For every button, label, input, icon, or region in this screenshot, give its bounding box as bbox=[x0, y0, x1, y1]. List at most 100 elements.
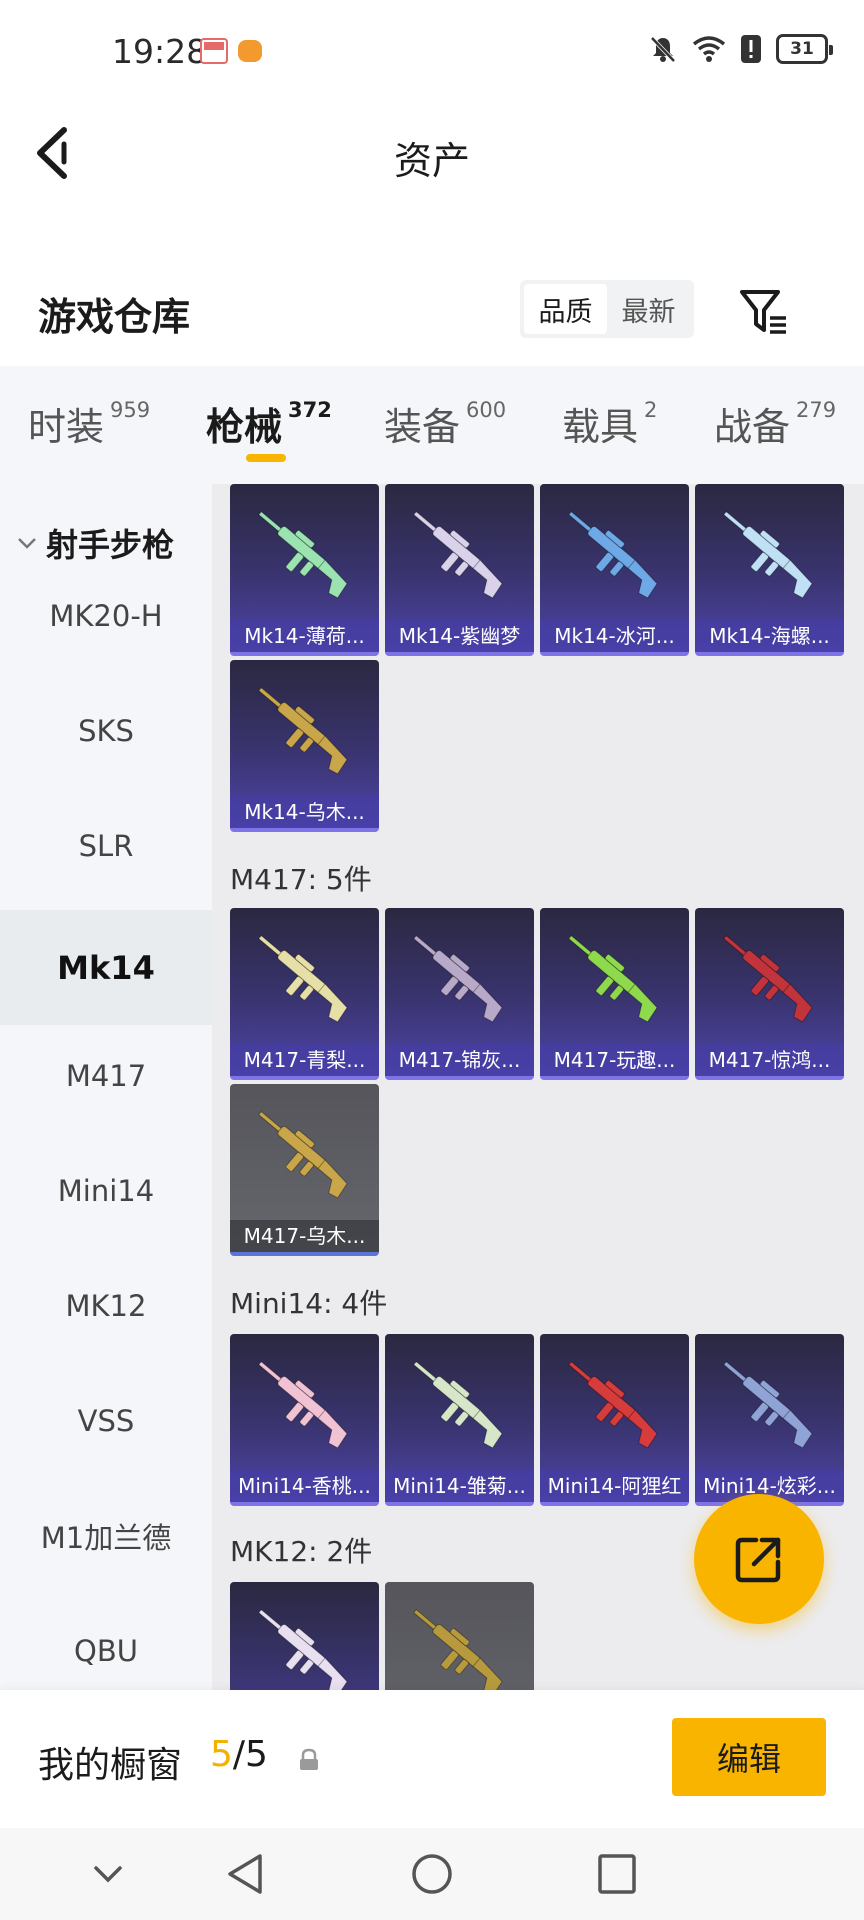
weapon-skin-name: Mk14-紫幽梦 bbox=[385, 620, 534, 652]
alert-icon bbox=[741, 35, 761, 63]
sidebar-item-mk12[interactable]: MK12 bbox=[0, 1248, 212, 1363]
weapon-skin-icon bbox=[568, 935, 658, 1023]
sidebar-item-mk14[interactable]: Mk14 bbox=[0, 910, 212, 1025]
showcase-count: 5/5 bbox=[210, 1734, 268, 1775]
weapon-skin-card[interactable]: Mini14-雏菊... bbox=[385, 1334, 534, 1506]
category-tabs: 时装 959 枪械 372 装备 600 载具 2 战备 279 bbox=[0, 366, 864, 484]
recents-square-icon[interactable] bbox=[594, 1848, 640, 1900]
weapon-skin-card[interactable]: Mk14-紫幽梦 bbox=[385, 484, 534, 656]
tab-vehicles[interactable]: 载具 2 bbox=[562, 396, 657, 451]
weapon-skin-card[interactable]: M417-惊鸿... bbox=[695, 908, 844, 1080]
system-nav-bar bbox=[0, 1828, 864, 1920]
weapon-skin-name: Mini14-阿狸红 bbox=[540, 1470, 689, 1502]
weapon-skin-icon bbox=[413, 511, 503, 599]
edit-showcase-button[interactable]: 编辑 bbox=[672, 1718, 826, 1796]
weapon-skin-name: M417-青梨... bbox=[230, 1044, 379, 1076]
tab-label: 载具 bbox=[562, 405, 639, 449]
weapon-skin-icon bbox=[258, 511, 348, 599]
weapon-skin-card[interactable] bbox=[385, 1582, 534, 1690]
weapon-skin-icon bbox=[723, 935, 813, 1023]
weapon-skin-icon bbox=[413, 1361, 503, 1449]
lock-icon bbox=[300, 1748, 318, 1770]
sort-newest-button[interactable]: 最新 bbox=[607, 284, 690, 334]
weapon-skin-icon bbox=[413, 935, 503, 1023]
warehouse-title: 游戏仓库 bbox=[38, 295, 191, 339]
sidebar-item-m417[interactable]: M417 bbox=[0, 1018, 212, 1133]
weapon-sidebar: 射手步枪 MK20-H SKS SLR Mk14 M417 Mini14 MK1… bbox=[0, 484, 212, 1690]
weapon-skin-card[interactable]: Mini14-香桃... bbox=[230, 1334, 379, 1506]
active-tab-indicator bbox=[246, 454, 286, 462]
weapon-skin-card[interactable]: Mk14-冰河... bbox=[540, 484, 689, 656]
sidebar-item-mk20h[interactable]: MK20-H bbox=[0, 558, 212, 673]
weapon-skin-name: Mk14-海螺... bbox=[695, 620, 844, 652]
weapon-skin-name: Mk14-薄荷... bbox=[230, 620, 379, 652]
back-triangle-icon[interactable] bbox=[222, 1848, 268, 1900]
battery-level: 31 bbox=[790, 39, 814, 59]
sidebar-item-vss[interactable]: VSS bbox=[0, 1363, 212, 1478]
weapon-skin-card[interactable]: M417-乌木... bbox=[230, 1084, 379, 1256]
chevron-down-icon bbox=[18, 538, 36, 549]
notification-app2-icon bbox=[238, 40, 262, 62]
page-title: 资产 bbox=[393, 139, 470, 183]
weapon-skin-card[interactable]: M417-锦灰... bbox=[385, 908, 534, 1080]
weapon-skin-icon bbox=[258, 1361, 348, 1449]
sort-quality-button[interactable]: 品质 bbox=[524, 284, 607, 334]
tab-count: 600 bbox=[466, 398, 507, 422]
weapon-skin-icon bbox=[258, 1111, 348, 1199]
tab-label: 战备 bbox=[714, 405, 791, 449]
tab-weapons[interactable]: 枪械 372 bbox=[206, 396, 332, 451]
weapon-skin-card[interactable]: Mk14-薄荷... bbox=[230, 484, 379, 656]
weapon-skin-name: M417-锦灰... bbox=[385, 1044, 534, 1076]
showcase-total: 5 bbox=[245, 1734, 268, 1775]
weapon-skin-name: M417-惊鸿... bbox=[695, 1044, 844, 1076]
status-bar: 19:28 31 bbox=[0, 0, 864, 104]
share-export-icon bbox=[735, 1537, 781, 1583]
weapon-skin-card[interactable]: Mini14-阿狸红 bbox=[540, 1334, 689, 1506]
showcase-bar: 我的橱窗 5/5 编辑 bbox=[0, 1690, 864, 1828]
weapon-skin-name: Mk14-冰河... bbox=[540, 620, 689, 652]
share-button[interactable] bbox=[694, 1494, 824, 1624]
mute-icon bbox=[650, 36, 676, 63]
tab-fashion[interactable]: 时装 959 bbox=[28, 396, 150, 451]
weapon-skin-card[interactable]: M417-青梨... bbox=[230, 908, 379, 1080]
weapon-skin-icon bbox=[723, 1361, 813, 1449]
sort-toggle: 品质 最新 bbox=[520, 280, 694, 338]
sidebar-item-qbu[interactable]: QBU bbox=[0, 1593, 212, 1690]
group-label: Mini14: 4件 bbox=[230, 1287, 388, 1320]
tab-label: 枪械 bbox=[206, 405, 283, 449]
weapon-skin-card[interactable]: Mini14-炫彩... bbox=[695, 1334, 844, 1506]
weapon-skin-name: Mk14-乌木... bbox=[230, 796, 379, 828]
tab-count: 959 bbox=[110, 398, 151, 422]
weapon-skin-icon bbox=[568, 511, 658, 599]
status-time: 19:28 bbox=[112, 32, 208, 71]
tab-label: 装备 bbox=[384, 405, 461, 449]
weapon-skin-card[interactable]: Mk14-海螺... bbox=[695, 484, 844, 656]
weapon-skin-card[interactable]: Mk14-乌木... bbox=[230, 660, 379, 832]
showcase-separator: / bbox=[232, 1734, 246, 1775]
weapon-skin-name: M417-玩趣... bbox=[540, 1044, 689, 1076]
weapon-skin-card[interactable] bbox=[230, 1582, 379, 1690]
tab-count: 372 bbox=[288, 398, 332, 422]
sidebar-item-mini14[interactable]: Mini14 bbox=[0, 1133, 212, 1248]
group-label: M417: 5件 bbox=[230, 863, 372, 896]
weapon-skin-name: M417-乌木... bbox=[230, 1220, 379, 1252]
tab-supplies[interactable]: 战备 279 bbox=[714, 396, 836, 451]
tab-equipment[interactable]: 装备 600 bbox=[384, 396, 506, 451]
weapon-skin-icon bbox=[723, 511, 813, 599]
sidebar-item-m1-garand[interactable]: M1加兰德 bbox=[0, 1478, 212, 1593]
weapon-skin-card[interactable]: M417-玩趣... bbox=[540, 908, 689, 1080]
filter-icon bbox=[740, 290, 786, 334]
sidebar-item-sks[interactable]: SKS bbox=[0, 673, 212, 788]
weapon-skin-icon bbox=[568, 1361, 658, 1449]
weapon-skin-icon bbox=[258, 687, 348, 775]
collapse-chevron-icon[interactable] bbox=[88, 1848, 128, 1900]
group-label: MK12: 2件 bbox=[230, 1535, 373, 1568]
showcase-current: 5 bbox=[210, 1734, 233, 1775]
weapon-skin-icon bbox=[413, 1609, 503, 1690]
status-icons: 31 bbox=[648, 34, 833, 64]
home-circle-icon[interactable] bbox=[408, 1848, 456, 1900]
sidebar-item-slr[interactable]: SLR bbox=[0, 788, 212, 903]
showcase-label: 我的橱窗 bbox=[38, 1745, 183, 1786]
battery-icon: 31 bbox=[776, 34, 833, 64]
filter-button[interactable] bbox=[736, 284, 792, 340]
